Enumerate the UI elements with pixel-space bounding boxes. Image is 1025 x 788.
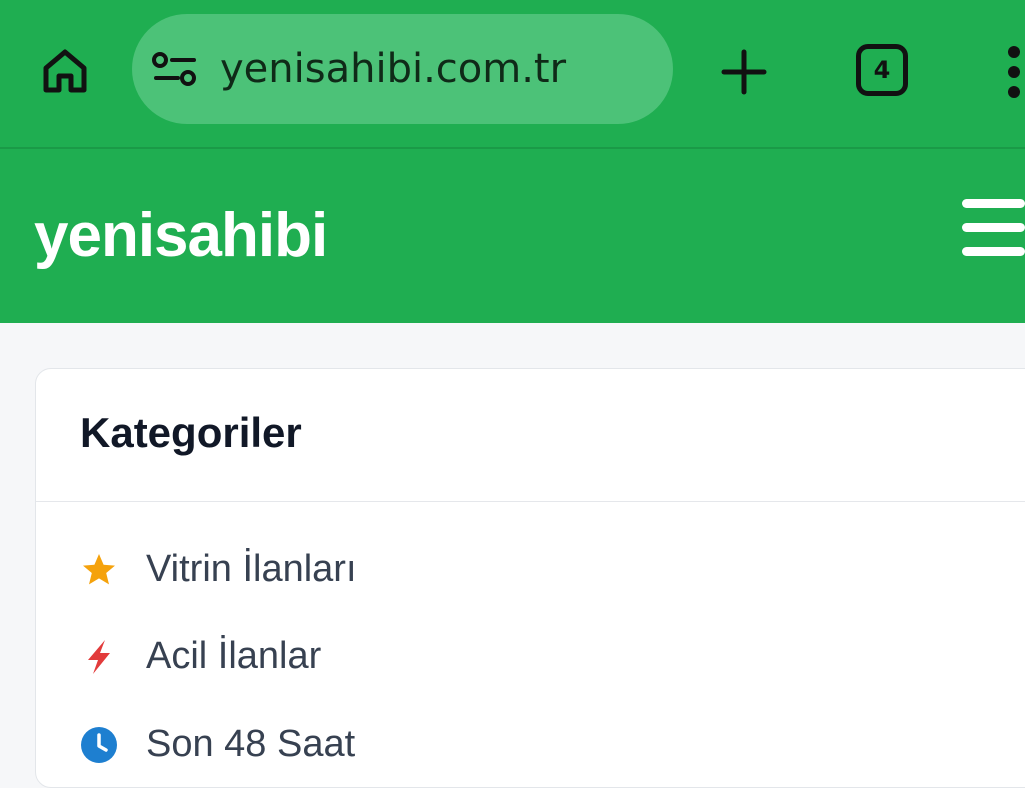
home-icon — [43, 49, 87, 93]
categories-card: Kategoriler Vitrin İlanları Acil İlanlar… — [35, 368, 1025, 788]
hamburger-menu-button[interactable] — [962, 199, 1025, 257]
address-bar[interactable]: yenisahibi.com.tr — [132, 14, 673, 124]
browser-menu-button[interactable] — [1002, 42, 1025, 102]
brand-logo[interactable]: yenisahibi — [34, 149, 328, 323]
category-item-vitrin[interactable]: Vitrin İlanları — [80, 539, 980, 599]
new-tab-button[interactable] — [716, 44, 772, 100]
categories-title: Kategoriler — [80, 409, 302, 456]
category-label: Son 48 Saat — [146, 723, 356, 765]
clock-icon — [81, 727, 117, 763]
lightning-icon — [88, 640, 110, 674]
hamburger-icon-line — [962, 223, 1025, 232]
browser-toolbar: yenisahibi.com.tr 4 — [0, 0, 1025, 147]
hamburger-icon-line — [962, 247, 1025, 256]
plus-icon — [721, 49, 767, 95]
more-vertical-icon — [1008, 46, 1020, 98]
category-item-son-48-saat[interactable]: Son 48 Saat — [80, 714, 980, 774]
site-header: yenisahibi — [0, 149, 1025, 323]
hamburger-icon — [962, 199, 1025, 208]
tab-switcher-button[interactable]: 4 — [856, 44, 908, 96]
category-item-acil[interactable]: Acil İlanlar — [80, 626, 980, 686]
star-icon — [83, 554, 115, 585]
category-label: Acil İlanlar — [146, 635, 322, 677]
site-settings-icon — [152, 52, 196, 86]
home-button[interactable] — [38, 44, 92, 98]
category-label: Vitrin İlanları — [146, 548, 357, 590]
card-divider — [36, 501, 1025, 502]
tab-count: 4 — [873, 56, 891, 84]
url-text[interactable]: yenisahibi.com.tr — [220, 14, 566, 124]
